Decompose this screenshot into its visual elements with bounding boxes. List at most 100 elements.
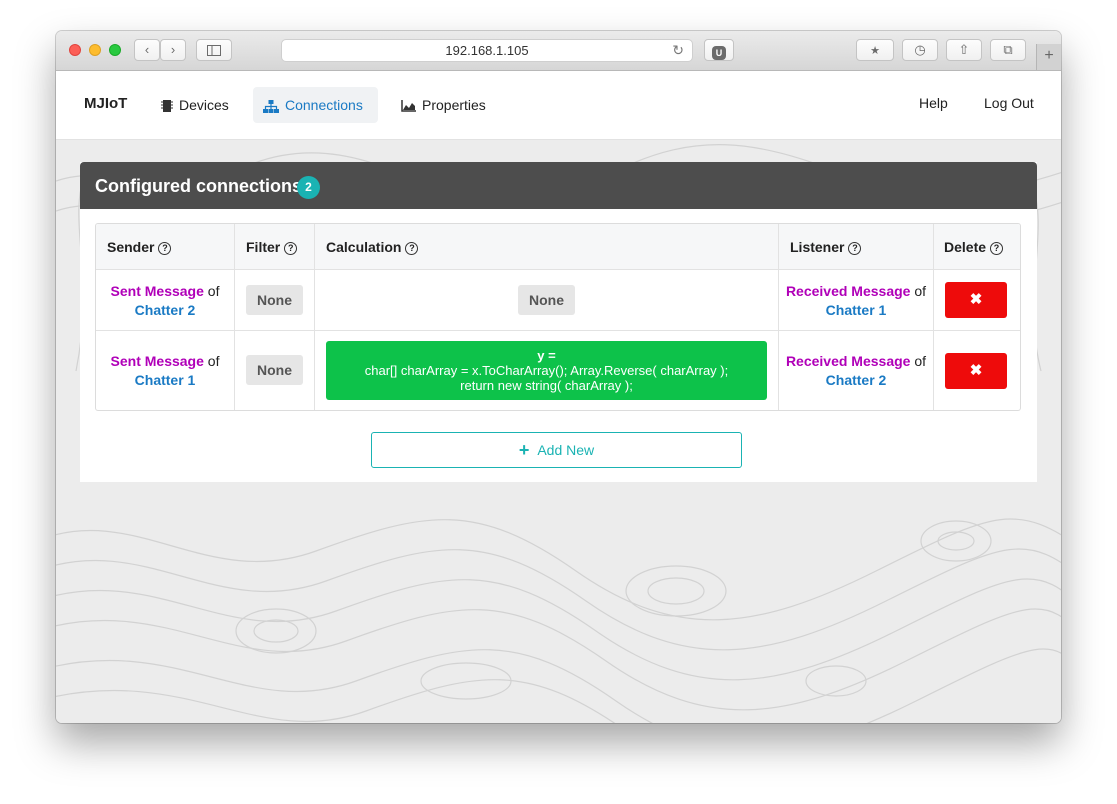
nav-devices[interactable]: Devices — [151, 87, 239, 123]
history-button[interactable]: ◷ — [902, 39, 938, 61]
header-calculation: Calculation? — [315, 224, 779, 270]
sender-device-link[interactable]: Chatter 1 — [135, 372, 196, 388]
minimize-window-button[interactable] — [89, 44, 101, 56]
share-icon: ⇧ — [958, 42, 970, 57]
ublock-icon: U — [712, 46, 726, 60]
header-sender: Sender? — [96, 224, 235, 270]
forward-button[interactable]: › — [160, 39, 186, 61]
header-calculation-label: Calculation — [326, 239, 402, 255]
close-window-button[interactable] — [69, 44, 81, 56]
of-label: of — [914, 283, 927, 299]
plus-icon: + — [1044, 47, 1054, 64]
help-icon[interactable]: ? — [158, 241, 172, 255]
header-filter: Filter? — [235, 224, 315, 270]
share-button[interactable]: ⇧ — [946, 39, 982, 61]
delete-cell: ✖ — [934, 270, 1020, 331]
reload-icon[interactable]: ↻ — [672, 40, 684, 61]
panel-header: Configured connections 2 — [80, 162, 1037, 209]
nav-connections-label: Connections — [285, 97, 363, 113]
add-new-label: Add New — [537, 442, 595, 458]
back-button[interactable]: ‹ — [134, 39, 160, 61]
page-content: MJIoT Devices Connections Properties Hel… — [56, 71, 1061, 723]
listener-device-link[interactable]: Chatter 1 — [826, 302, 887, 318]
sidebar-button[interactable] — [196, 39, 232, 61]
listener-cell: Received Message of Chatter 1 — [779, 270, 934, 331]
plus-icon: + — [518, 440, 530, 460]
of-label: of — [207, 283, 220, 299]
connection-count-badge: 2 — [297, 176, 320, 199]
calculation-head: y = — [537, 348, 556, 363]
new-tab-button[interactable]: + — [1036, 44, 1061, 70]
sitemap-icon — [263, 99, 279, 113]
calculation-line-1: char[] charArray = x.ToCharArray(); Arra… — [364, 363, 729, 378]
browser-window: ‹ › 192.168.1.105 ↻ U ★ ◷ ⇧ ⧉ + MJIoT De… — [56, 31, 1061, 723]
listener-connection: Received Message of Chatter 1 — [779, 282, 933, 320]
calculation-line-2: return new string( charArray ); — [460, 378, 633, 393]
header-listener-label: Listener — [790, 239, 845, 255]
delete-button[interactable]: ✖ — [945, 353, 1007, 389]
area-chart-icon — [401, 100, 416, 113]
sender-device-link[interactable]: Chatter 2 — [135, 302, 196, 318]
sender-cell: Sent Message of Chatter 2 — [96, 270, 235, 331]
connections-table: Sender? Filter? Calculation? Listener? D… — [95, 223, 1021, 411]
nav-connections[interactable]: Connections — [253, 87, 378, 123]
nav-help[interactable]: Help — [919, 95, 948, 111]
of-label: of — [207, 353, 220, 369]
header-delete: Delete? — [934, 224, 1020, 270]
connections-panel: Configured connections 2 Sender? Filter?… — [80, 162, 1037, 482]
listener-connection: Received Message of Chatter 2 — [779, 352, 933, 390]
address-bar[interactable]: 192.168.1.105 ↻ — [281, 39, 693, 62]
filter-cell: None — [235, 270, 315, 331]
star-icon: ★ — [870, 45, 880, 57]
clock-icon: ◷ — [914, 42, 926, 57]
help-icon[interactable]: ? — [284, 241, 298, 255]
header-sender-label: Sender — [107, 239, 155, 255]
sender-message-link[interactable]: Sent Message — [111, 353, 204, 369]
filter-none-button[interactable]: None — [246, 355, 303, 385]
header-delete-label: Delete — [944, 239, 987, 255]
calculation-formula-button[interactable]: y = char[] charArray = x.ToCharArray(); … — [326, 341, 767, 400]
close-icon: ✖ — [969, 362, 983, 379]
filter-none-button[interactable]: None — [246, 285, 303, 315]
delete-cell: ✖ — [934, 331, 1020, 410]
zoom-window-button[interactable] — [109, 44, 121, 56]
of-label: of — [914, 353, 927, 369]
ublock-button[interactable]: U — [704, 39, 734, 61]
header-filter-label: Filter — [246, 239, 281, 255]
brand-logo[interactable]: MJIoT — [84, 95, 127, 112]
help-icon[interactable]: ? — [990, 241, 1004, 255]
nav-properties-label: Properties — [422, 97, 486, 113]
nav-properties[interactable]: Properties — [391, 87, 496, 123]
listener-message-link[interactable]: Received Message — [786, 283, 911, 299]
help-icon[interactable]: ? — [848, 241, 862, 255]
browser-toolbar: ‹ › 192.168.1.105 ↻ U ★ ◷ ⇧ ⧉ + — [56, 31, 1061, 71]
tabs-icon: ⧉ — [1003, 42, 1013, 57]
listener-message-link[interactable]: Received Message — [786, 353, 911, 369]
calculation-cell: y = char[] charArray = x.ToCharArray(); … — [315, 331, 779, 410]
panel-title: Configured connections — [95, 176, 302, 196]
sidebar-icon — [207, 45, 221, 56]
sender-connection: Sent Message of Chatter 1 — [96, 352, 234, 390]
tabs-button[interactable]: ⧉ — [990, 39, 1026, 61]
delete-button[interactable]: ✖ — [945, 282, 1007, 318]
help-icon[interactable]: ? — [405, 241, 419, 255]
url-text: 192.168.1.105 — [445, 43, 529, 58]
listener-cell: Received Message of Chatter 2 — [779, 331, 934, 410]
top-navbar: MJIoT Devices Connections Properties Hel… — [56, 71, 1061, 140]
listener-device-link[interactable]: Chatter 2 — [826, 372, 887, 388]
close-icon: ✖ — [969, 291, 983, 308]
calculation-none-button[interactable]: None — [518, 285, 575, 315]
nav-logout[interactable]: Log Out — [984, 95, 1034, 111]
chip-icon — [161, 100, 173, 113]
nav-devices-label: Devices — [179, 97, 229, 113]
sender-message-link[interactable]: Sent Message — [111, 283, 204, 299]
header-listener: Listener? — [779, 224, 934, 270]
sender-cell: Sent Message of Chatter 1 — [96, 331, 235, 410]
sender-connection: Sent Message of Chatter 2 — [96, 282, 234, 320]
filter-cell: None — [235, 331, 315, 410]
chevron-left-icon: ‹ — [144, 42, 150, 57]
bookmarks-button[interactable]: ★ — [856, 39, 894, 61]
calculation-cell: None — [315, 270, 779, 331]
add-new-button[interactable]: + Add New — [371, 432, 742, 468]
chevron-right-icon: › — [170, 42, 176, 57]
